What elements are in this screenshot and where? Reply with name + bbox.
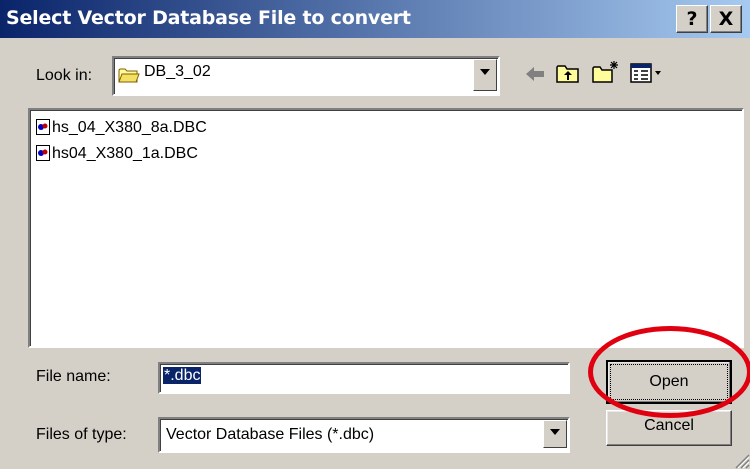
list-item[interactable]: hs04_X380_1a.DBC (36, 144, 198, 164)
list-item[interactable]: hs_04_X380_8a.DBC (36, 118, 207, 138)
file-type-dropdown-button[interactable] (543, 420, 567, 448)
open-file-dialog: Select Vector Database File to convert ?… (0, 0, 750, 469)
file-type-label: Files of type: (36, 426, 127, 443)
dialog-title: Select Vector Database File to convert (6, 7, 411, 29)
chevron-down-icon (480, 69, 490, 75)
up-one-level-icon[interactable] (556, 62, 580, 84)
dbc-file-icon (36, 145, 50, 161)
file-name: hs04_X380_1a.DBC (52, 145, 198, 162)
look-in-dropdown[interactable]: DB_3_02 (112, 56, 500, 96)
file-name-field[interactable]: *.dbc (158, 362, 570, 394)
resize-grip-icon[interactable] (730, 449, 750, 469)
close-button[interactable]: X (710, 5, 742, 33)
look-in-value: DB_3_02 (144, 63, 211, 80)
file-type-value: Vector Database Files (*.dbc) (166, 426, 375, 443)
folder-icon (118, 68, 140, 83)
file-name-value: *.dbc (163, 367, 202, 384)
look-in-dropdown-button[interactable] (473, 59, 497, 91)
file-type-dropdown[interactable]: Vector Database Files (*.dbc) (158, 417, 570, 453)
file-name-label: File name: (36, 368, 111, 385)
back-arrow-icon[interactable] (524, 64, 546, 84)
chevron-down-icon (550, 429, 560, 435)
help-button[interactable]: ? (676, 5, 708, 33)
look-in-label: Look in: (36, 67, 93, 84)
title-bar[interactable]: Select Vector Database File to convert ?… (0, 0, 750, 38)
file-list[interactable]: hs_04_X380_8a.DBC hs04_X380_1a.DBC (28, 108, 744, 348)
highlight-circle (588, 326, 750, 418)
dbc-file-icon (36, 119, 50, 135)
file-name: hs_04_X380_8a.DBC (52, 119, 207, 136)
create-new-folder-icon[interactable] (592, 60, 620, 84)
view-menu-icon[interactable] (630, 62, 664, 84)
